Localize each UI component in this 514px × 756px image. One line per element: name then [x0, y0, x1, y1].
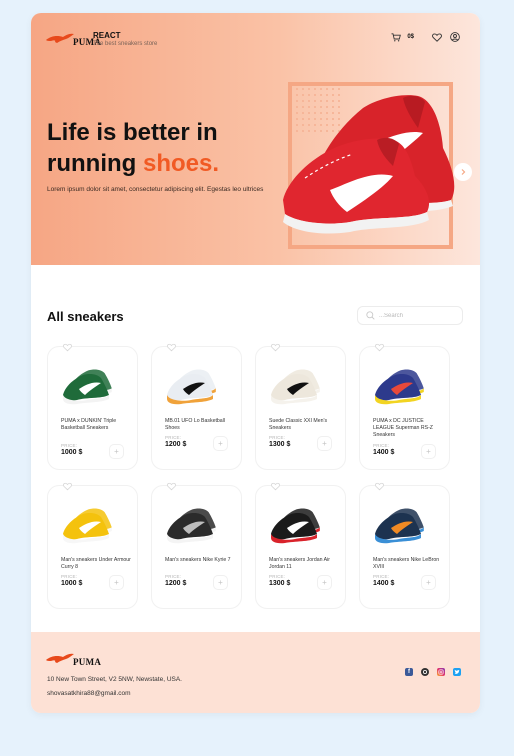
footer-logo[interactable]: PUMA [45, 649, 101, 667]
footer-address: 10 New Town Street, V2 5NW, Newstate, US… [47, 676, 182, 683]
price-label: PRICE: [165, 574, 182, 579]
product-image [373, 501, 427, 546]
price-block: PRICE: 1200 $ [165, 574, 186, 587]
hero-shoe-image [283, 95, 455, 234]
price-label: PRICE: [269, 435, 286, 440]
product-card[interactable]: Man's sneakers Nike LeBron XVIII PRICE: … [359, 482, 450, 609]
product-price: 1400 $ [373, 449, 395, 456]
product-name: PUMA x DC JUSTICE LEAGUE Superman RS-Z S… [373, 418, 433, 438]
facebook-icon[interactable]: f [405, 668, 413, 676]
product-name: Man's sneakers Nike Kyrie 7 [165, 557, 231, 563]
product-name: Man's sneakers Nike LeBron XVIII [373, 557, 440, 570]
heart-icon[interactable] [375, 343, 384, 352]
product-price: 1300 $ [269, 441, 291, 448]
product-card[interactable]: PUMA x DUNKIN' Triple Basketball Sneaker… [47, 343, 138, 470]
product-price: 1400 $ [373, 580, 395, 587]
hero-section: PUMA REACT The best sneakers store 0$ Li… [31, 13, 480, 265]
product-image [61, 501, 115, 546]
search-box [357, 306, 463, 325]
product-price: 1300 $ [269, 580, 291, 587]
price-label: PRICE: [373, 443, 390, 448]
add-to-cart-button[interactable]: + [109, 444, 124, 459]
cart-total[interactable]: 0$ [407, 34, 414, 40]
price-block: PRICE: 1000 $ [61, 574, 82, 587]
github-icon[interactable] [421, 668, 429, 676]
store-page: PUMA REACT The best sneakers store 0$ Li… [31, 13, 480, 713]
heart-icon[interactable] [432, 32, 442, 42]
chevron-right-icon [461, 169, 466, 175]
price-block: PRICE: 1200 $ [165, 435, 186, 448]
add-to-cart-button[interactable]: + [317, 436, 332, 451]
brand-title: REACT [93, 31, 121, 40]
product-image [269, 501, 323, 546]
instagram-icon[interactable] [437, 668, 445, 676]
puma-cat-icon [46, 33, 74, 43]
product-name: Man's sneakers Under Armour Curry 8 [61, 557, 131, 570]
product-price: 1000 $ [61, 449, 83, 456]
product-name: Suede Classic XXI Men's Sneakers [269, 418, 328, 431]
product-price: 1200 $ [165, 580, 187, 587]
product-price: 1000 $ [61, 580, 83, 587]
product-name: MB.01 UFO Lo Basketball Shoes [165, 418, 225, 431]
headline-line1: Life is better in [47, 119, 218, 146]
product-card[interactable]: MB.01 UFO Lo Basketball Shoes PRICE: 120… [151, 343, 242, 470]
price-block: PRICE: 1300 $ [269, 574, 290, 587]
product-image [61, 362, 115, 407]
headline-line2: running [47, 150, 143, 177]
search-input[interactable] [379, 312, 459, 319]
user-icon[interactable] [450, 32, 460, 42]
heart-icon[interactable] [167, 482, 176, 491]
product-card[interactable]: Man's sneakers Jordan Air Jordan 11 PRIC… [255, 482, 346, 609]
product-card[interactable]: Man's sneakers Under Armour Curry 8 PRIC… [47, 482, 138, 609]
header-actions: 0$ [391, 32, 460, 42]
price-block: PRICE: 1400 $ [373, 443, 394, 456]
footer-email[interactable]: shovasatkhira88@gmail.com [47, 690, 131, 697]
product-card[interactable]: PUMA x DC JUSTICE LEAGUE Superman RS-Z S… [359, 343, 450, 470]
brand-block: REACT The best sneakers store [93, 31, 157, 47]
product-price: 1200 $ [165, 441, 187, 448]
heart-icon[interactable] [375, 482, 384, 491]
price-label: PRICE: [165, 435, 182, 440]
product-image [165, 501, 219, 546]
heart-icon[interactable] [63, 482, 72, 491]
add-to-cart-button[interactable]: + [213, 575, 228, 590]
product-image [373, 362, 427, 407]
add-to-cart-button[interactable]: + [109, 575, 124, 590]
price-block: PRICE: 1000 $ [61, 443, 82, 456]
product-image [165, 362, 219, 407]
product-card[interactable]: Man's sneakers Nike Kyrie 7 PRICE: 1200 … [151, 482, 242, 609]
search-icon [366, 311, 375, 320]
product-name: PUMA x DUNKIN' Triple Basketball Sneaker… [61, 418, 117, 431]
social-links: f [405, 668, 469, 676]
hero-headline: Life is better in running shoes. [47, 117, 219, 179]
product-image [269, 362, 323, 407]
hero-description: Lorem ipsum dolor sit amet, consectetur … [47, 186, 264, 193]
footer: PUMA 10 New Town Street, V2 5NW, Newstat… [31, 632, 480, 713]
product-name: Man's sneakers Jordan Air Jordan 11 [269, 557, 330, 570]
price-label: PRICE: [61, 443, 78, 448]
price-block: PRICE: 1300 $ [269, 435, 290, 448]
heart-icon[interactable] [271, 343, 280, 352]
heart-icon[interactable] [167, 343, 176, 352]
add-to-cart-button[interactable]: + [213, 436, 228, 451]
heart-icon[interactable] [271, 482, 280, 491]
heart-icon[interactable] [63, 343, 72, 352]
add-to-cart-button[interactable]: + [421, 575, 436, 590]
price-label: PRICE: [373, 574, 390, 579]
twitter-icon[interactable] [453, 668, 461, 676]
slider-next-button[interactable] [454, 163, 472, 181]
headline-accent: shoes. [142, 150, 220, 177]
price-block: PRICE: 1400 $ [373, 574, 394, 587]
price-label: PRICE: [269, 574, 286, 579]
cart-icon[interactable] [391, 32, 402, 42]
puma-cat-icon [46, 653, 74, 663]
brand-subtitle: The best sneakers store [93, 41, 158, 47]
product-card[interactable]: Suede Classic XXI Men's Sneakers PRICE: … [255, 343, 346, 470]
catalog-title: All sneakers [47, 309, 124, 324]
add-to-cart-button[interactable]: + [421, 444, 436, 459]
footer-logo-text: PUMA [73, 657, 102, 667]
add-to-cart-button[interactable]: + [317, 575, 332, 590]
price-label: PRICE: [61, 574, 78, 579]
